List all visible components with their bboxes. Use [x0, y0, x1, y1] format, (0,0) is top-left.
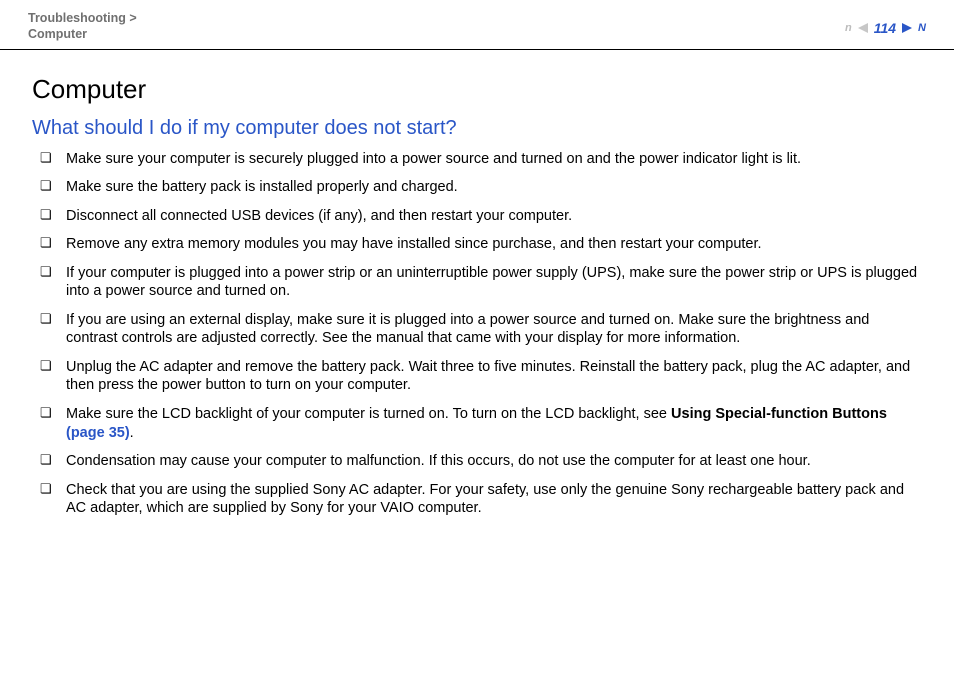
breadcrumb-line1: Troubleshooting >	[28, 10, 137, 26]
list-item-text: Make sure your computer is securely plug…	[66, 151, 801, 167]
list-item: Remove any extra memory modules you may …	[40, 235, 918, 254]
bold-text: Using Special-function Buttons	[671, 406, 887, 422]
list-item: Condensation may cause your computer to …	[40, 452, 918, 471]
n-label-right: N	[918, 22, 926, 34]
list-item-text: Unplug the AC adapter and remove the bat…	[66, 359, 910, 394]
page-number: 114	[874, 20, 896, 36]
list-item: If you are using an external display, ma…	[40, 311, 918, 348]
section-title: What should I do if my computer does not…	[32, 117, 922, 140]
list-item: Make sure your computer is securely plug…	[40, 150, 918, 169]
list-item-text: Disconnect all connected USB devices (if…	[66, 208, 572, 224]
prev-page-icon[interactable]	[858, 23, 868, 33]
troubleshooting-list: Make sure your computer is securely plug…	[32, 150, 922, 518]
page-nav: n 114 N	[845, 20, 926, 36]
list-item-text: If you are using an external display, ma…	[66, 312, 869, 347]
list-item: Make sure the battery pack is installed …	[40, 178, 918, 197]
document-page: Troubleshooting > Computer n 114 N Compu…	[0, 0, 954, 674]
next-page-icon[interactable]	[902, 23, 912, 33]
list-item: Unplug the AC adapter and remove the bat…	[40, 358, 918, 395]
list-item-text: Remove any extra memory modules you may …	[66, 236, 762, 252]
n-label-left: n	[845, 22, 852, 34]
list-item-text: If your computer is plugged into a power…	[66, 265, 917, 300]
list-item-text-post: .	[130, 425, 134, 441]
list-item: Disconnect all connected USB devices (if…	[40, 207, 918, 226]
breadcrumb-line2: Computer	[28, 26, 137, 42]
breadcrumb: Troubleshooting > Computer	[28, 10, 137, 43]
list-item: If your computer is plugged into a power…	[40, 264, 918, 301]
page-title: Computer	[32, 74, 922, 105]
list-item: Make sure the LCD backlight of your comp…	[40, 405, 918, 442]
page-header: Troubleshooting > Computer n 114 N	[0, 0, 954, 50]
page-link[interactable]: (page 35)	[66, 425, 130, 441]
list-item-text: Condensation may cause your computer to …	[66, 453, 811, 469]
page-body: Computer What should I do if my computer…	[0, 50, 954, 518]
list-item-text-pre: Make sure the LCD backlight of your comp…	[66, 406, 671, 422]
list-item-text: Make sure the battery pack is installed …	[66, 179, 458, 195]
list-item: Check that you are using the supplied So…	[40, 481, 918, 518]
list-item-text: Check that you are using the supplied So…	[66, 482, 904, 517]
